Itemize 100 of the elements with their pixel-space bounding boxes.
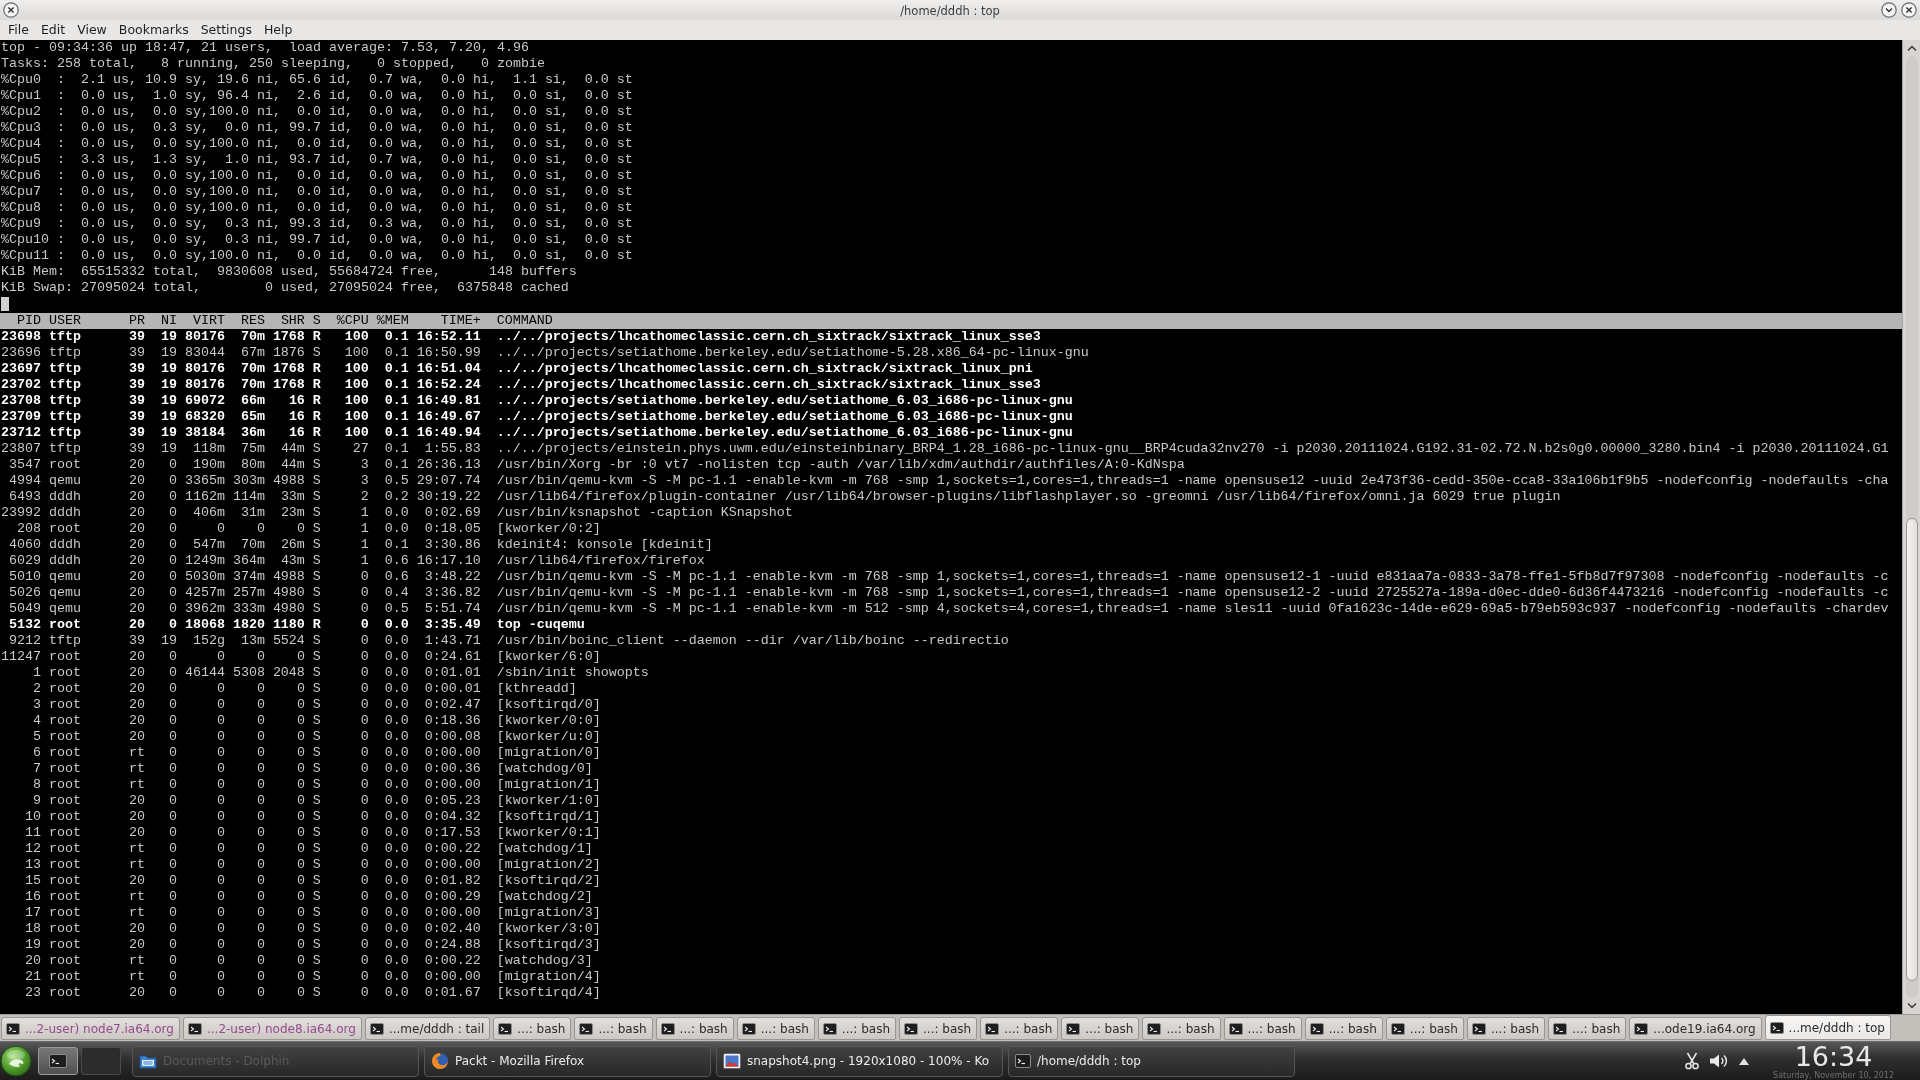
scissors-icon[interactable]	[1685, 1052, 1700, 1070]
memory-percent-value: 0.0	[384, 681, 409, 696]
cpu-time-value: 3:36.82	[424, 585, 481, 600]
terminal-tab[interactable]: ...: bash	[1223, 1017, 1302, 1040]
cpu-time-value: 0:24.61	[424, 649, 481, 664]
menu-item[interactable]: Settings	[194, 22, 258, 38]
minimize-icon[interactable]	[1881, 2, 1897, 18]
scroll-up-icon[interactable]	[1905, 43, 1918, 53]
terminal-tab[interactable]: ...ode19.ia64.org	[1629, 1017, 1762, 1040]
priority-value: 20	[128, 505, 145, 520]
pid-value: 23698	[1, 329, 41, 344]
cpu-percent-value: 2	[360, 489, 369, 504]
clock-time[interactable]: 16:34	[1794, 1042, 1873, 1071]
terminal-tab[interactable]: ...: bash	[1548, 1017, 1627, 1040]
task-button[interactable]: Packt - Mozilla Firefox	[424, 1045, 711, 1077]
pid-value: 9212	[9, 633, 41, 648]
menu-item[interactable]: Edit	[34, 22, 72, 38]
terminal-tab[interactable]: ...: bash	[980, 1017, 1059, 1040]
terminal-tab[interactable]: ...me/dddh : tail	[364, 1017, 491, 1040]
resident-memory-value: 0	[256, 985, 265, 1000]
pid-value: 8	[33, 777, 41, 792]
orb-icon[interactable]	[0, 1045, 32, 1077]
resident-memory-value: 0	[256, 873, 265, 888]
terminal-tab[interactable]: ...: bash	[736, 1017, 815, 1040]
shared-memory-value: 0	[296, 873, 305, 888]
menu-item[interactable]: Bookmarks	[112, 22, 195, 38]
virtual-memory-value: 0	[216, 777, 225, 792]
menu-item[interactable]: View	[71, 22, 113, 38]
command-text: [migration/0]	[496, 745, 601, 760]
terminal-tab[interactable]: ...: bash	[574, 1017, 653, 1040]
terminal-tab[interactable]: ...: bash	[899, 1017, 978, 1040]
menu-item[interactable]: Help	[257, 22, 299, 38]
pid-value: 23	[25, 985, 41, 1000]
priority-value: 20	[128, 825, 145, 840]
shared-memory-value: 1876	[272, 345, 305, 360]
terminal-tab[interactable]: ...: bash	[1385, 1017, 1464, 1040]
clock-date: Saturday, November 10, 2012	[1773, 1070, 1894, 1080]
cpu-percent-value: 0	[360, 777, 369, 792]
resident-memory-value: 0	[256, 841, 265, 856]
terminal-tab[interactable]: ...: bash	[1061, 1017, 1140, 1040]
task-button[interactable]: snapshot4.png - 1920x1080 - 100% - Ko	[716, 1045, 1003, 1077]
pid-value: 6029	[9, 553, 41, 568]
terminal-tab[interactable]: ...me/dddh : top	[1764, 1015, 1891, 1040]
cpu-percent-value: 0	[360, 601, 369, 616]
desktop-pager-item[interactable]	[38, 1047, 78, 1075]
speaker-icon[interactable]	[1709, 1052, 1730, 1070]
cpu-percent-value: 0	[360, 857, 369, 872]
scrollbar-track[interactable]	[1905, 56, 1918, 998]
resident-memory-value: 0	[256, 953, 265, 968]
scroll-down-icon[interactable]	[1905, 1001, 1918, 1011]
state-value: R	[312, 377, 321, 392]
cpu-percent-value: 0	[360, 937, 369, 952]
user-value: root	[48, 745, 81, 760]
terminal-tab[interactable]: ...: bash	[817, 1017, 896, 1040]
priority-value: 39	[128, 377, 145, 392]
terminal-line: top - 09:34:36 up 18:47, 21 users, load average: 7.53, 7.20, 4.96	[1, 40, 529, 56]
terminal-tab[interactable]: ...: bash	[1304, 1017, 1383, 1040]
user-value: qemu	[48, 601, 81, 616]
scrollbar-thumb[interactable]	[1905, 518, 1918, 981]
caret-up-icon[interactable]	[1739, 1057, 1750, 1065]
cpu-time-value: 5:51.74	[424, 601, 481, 616]
cpu-time-value: 0:00.00	[424, 969, 481, 984]
command-text: [kworker/3:0]	[496, 921, 601, 936]
state-value: S	[312, 697, 321, 712]
x-circle-icon[interactable]	[3, 2, 19, 18]
shared-memory-value: 0	[296, 745, 305, 760]
nice-value: 0	[168, 649, 177, 664]
state-value: S	[312, 745, 321, 760]
command-text: ../../projects/setiathome.berkeley.edu/setiathome_6.03_i686-pc-linux-gnu	[496, 393, 1073, 408]
shared-memory-value: 16	[288, 393, 305, 408]
resident-memory-value: 0	[256, 745, 265, 760]
cpu-time-value: 0:00.00	[424, 905, 481, 920]
menu-item[interactable]: File	[2, 22, 35, 38]
memory-percent-value: 0.0	[384, 937, 409, 952]
terminal-tab[interactable]: ...: bash	[655, 1017, 734, 1040]
memory-percent-value: 0.0	[384, 617, 409, 632]
terminal-tab[interactable]: ...2-user) node8.ia64.org	[182, 1017, 362, 1040]
terminal-icon	[904, 1022, 918, 1035]
shared-memory-value: 0	[296, 649, 305, 664]
terminal-tab[interactable]: ...: bash	[1142, 1017, 1221, 1040]
command-text: [kthreadd]	[496, 681, 577, 696]
virtual-memory-value: 0	[216, 649, 225, 664]
command-text: top -cuqemu	[496, 617, 585, 632]
terminal-line: %Cpu7 : 0.0 us, 0.0 sy,100.0 ni, 0.0 id, 0.0 wa, 0.0 hi, 0.0 si, 0.0 st	[1, 184, 633, 200]
nice-value: 19	[160, 361, 177, 376]
memory-percent-value: 0.2	[384, 489, 409, 504]
state-value: S	[312, 953, 321, 968]
memory-percent-value: 0.1	[384, 361, 409, 376]
resident-memory-value: 257m	[232, 585, 265, 600]
priority-value: 20	[128, 521, 145, 536]
shared-memory-value: 0	[296, 777, 305, 792]
nice-value: 0	[168, 457, 177, 472]
memory-percent-value: 0.0	[384, 713, 409, 728]
user-value: root	[48, 777, 81, 792]
task-button[interactable]: /home/dddh : top	[1008, 1045, 1295, 1077]
terminal-tab[interactable]: ...: bash	[493, 1017, 572, 1040]
terminal-tab[interactable]: ...: bash	[1467, 1017, 1546, 1040]
close-icon[interactable]	[1901, 2, 1917, 18]
terminal-tab[interactable]: ...2-user) node7.ia64.org	[1, 1017, 180, 1040]
cpu-time-value: 0:02.69	[424, 505, 481, 520]
